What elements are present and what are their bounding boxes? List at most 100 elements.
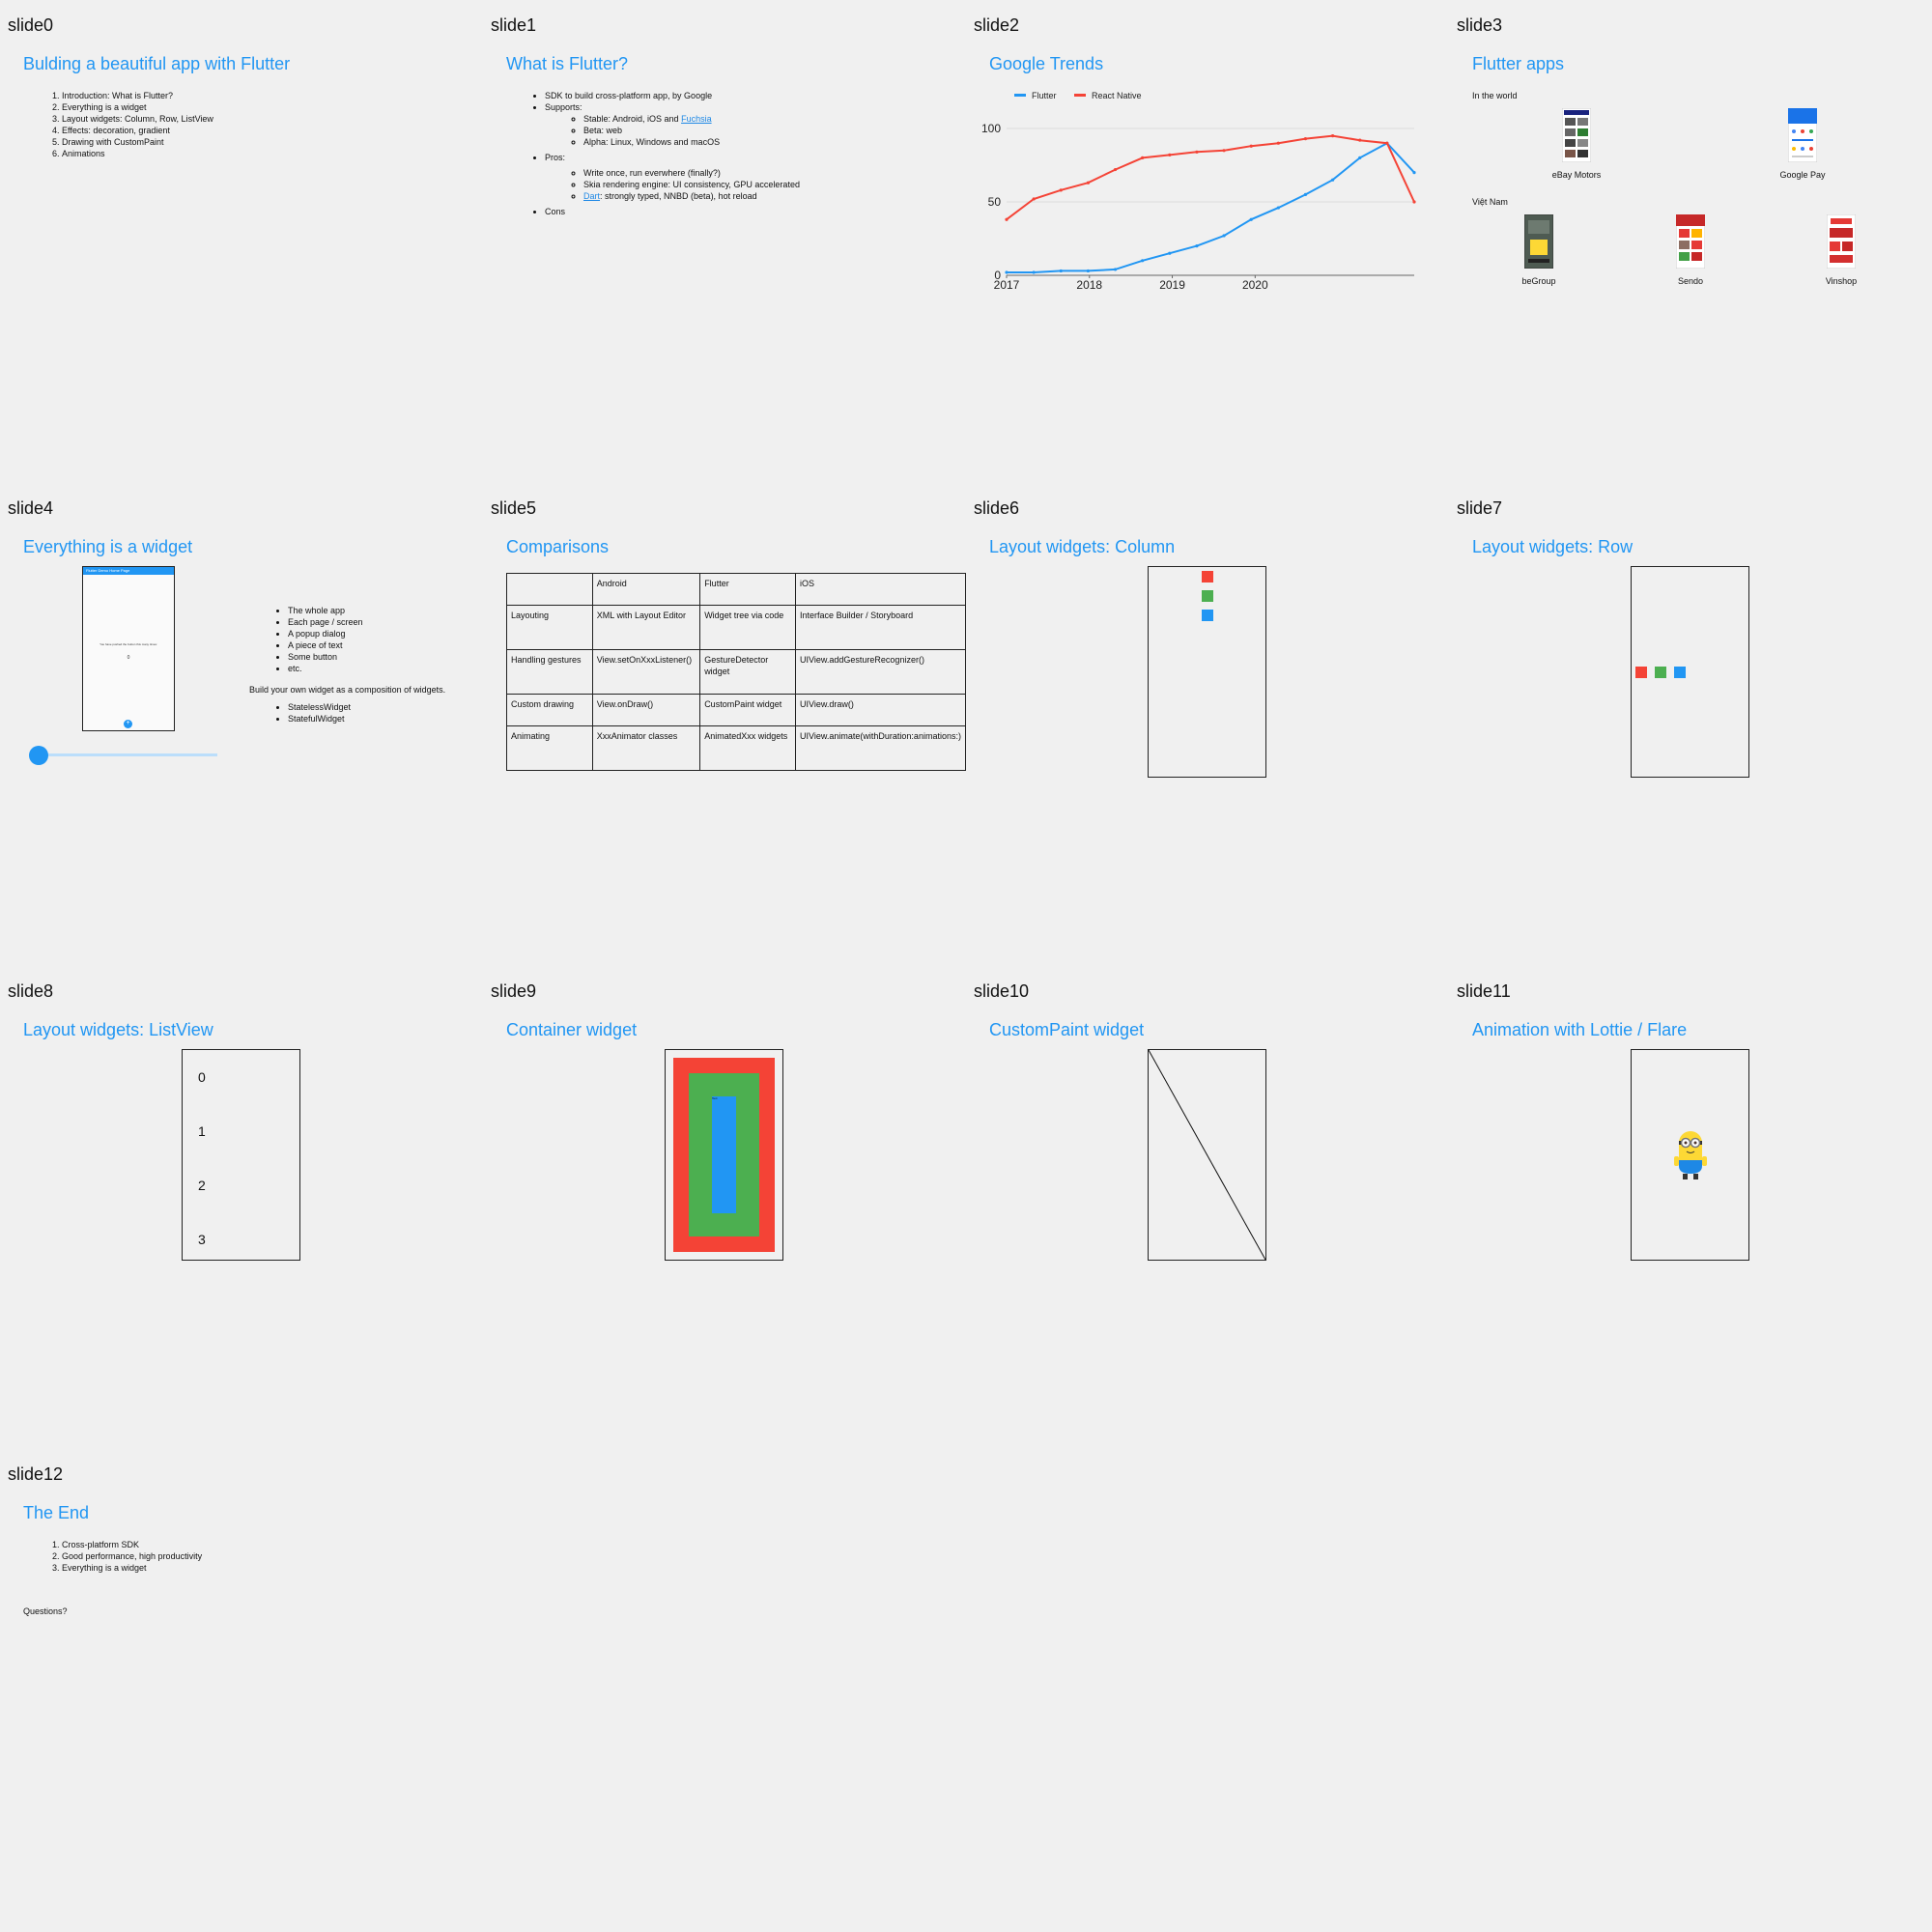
- list-item[interactable]: 2: [198, 1178, 206, 1193]
- phone-preview: Flutter Demo Home Page You have pushed t…: [82, 566, 175, 731]
- container-demo-frame: Text: [665, 1049, 783, 1261]
- data-point: [1168, 251, 1172, 255]
- list-item: Write once, run everwhere (finally?): [583, 167, 800, 179]
- data-point: [1059, 269, 1063, 273]
- vinshop-screenshot: [1826, 213, 1857, 270]
- minion-animation-icon: [1674, 1131, 1707, 1179]
- column-demo-frame: [1148, 566, 1266, 778]
- slide-label: slide12: [8, 1464, 64, 1484]
- slide11-cell[interactable]: slide11 Animation with Lottie / Flare: [1449, 966, 1932, 1449]
- red-square: [1635, 667, 1647, 678]
- data-point: [1276, 206, 1280, 210]
- data-point: [1358, 138, 1362, 142]
- series-line-react-native: [1006, 134, 1415, 220]
- data-point: [1005, 270, 1009, 274]
- slider-track[interactable]: [39, 753, 217, 756]
- list-item: Some button: [288, 651, 363, 663]
- slide-title: What is Flutter?: [506, 54, 629, 73]
- container-text: Text: [712, 1096, 718, 1100]
- counter-label: You have pushed the button this many tim…: [99, 642, 157, 646]
- table-cell: Flutter: [699, 573, 797, 606]
- blue-square: [1674, 667, 1686, 678]
- list-item: Each page / screen: [288, 616, 363, 628]
- slide2-cell[interactable]: slide2 Google Trends 0 50 100 2017 2018 2019 2…: [966, 0, 1449, 483]
- listview-demo-frame[interactable]: 0 1 2 3: [182, 1049, 300, 1261]
- list-item: Animations: [62, 148, 213, 159]
- table-cell: UIView.addGestureRecognizer(): [795, 649, 966, 695]
- ebay-motors-screenshot: [1561, 107, 1592, 163]
- build-text: Build your own widget as a composition o…: [249, 685, 446, 695]
- list-item: Layout widgets: Column, Row, ListView: [62, 113, 213, 125]
- slide-title: Animation with Lottie / Flare: [1472, 1020, 1688, 1039]
- slide-label: slide7: [1457, 498, 1503, 518]
- slide9-cell[interactable]: slide9 Container widget Text: [483, 966, 966, 1449]
- fuchsia-link[interactable]: Fuchsia: [681, 114, 712, 124]
- table-cell: Custom drawing: [506, 694, 593, 726]
- app-vinshop[interactable]: Vinshop: [1783, 213, 1899, 286]
- slide1-cell[interactable]: slide1 What is Flutter? SDK to build cro…: [483, 0, 966, 483]
- x-tick-label: 2019: [1159, 278, 1185, 292]
- data-point: [1303, 137, 1308, 141]
- app-ebay-motors[interactable]: eBay Motors: [1519, 107, 1634, 180]
- list-item[interactable]: 0: [198, 1069, 206, 1085]
- table-cell: View.setOnXxxListener(): [591, 649, 701, 695]
- trends-chart: 0501002017 2018 2019 2020Flutter React Nativ…: [981, 91, 1416, 292]
- table-cell: Android: [591, 573, 701, 606]
- slide-title: Flutter apps: [1472, 54, 1565, 73]
- dart-link[interactable]: Dart: [583, 191, 600, 201]
- table-cell: XML with Layout Editor: [591, 605, 701, 650]
- slide0-cell[interactable]: slide0 Bulding a beautiful app with Flut…: [0, 0, 483, 483]
- list-item: StatefulWidget: [288, 713, 351, 724]
- slide12-cell[interactable]: slide12 The End Cross-platform SDK Good …: [0, 1449, 483, 1932]
- list-item-label: Stable: Android, iOS and: [583, 114, 682, 124]
- table-cell: Animating: [506, 725, 593, 771]
- diagonal-line-canvas: [1149, 1050, 1265, 1260]
- list-item-label: Pros:: [545, 153, 566, 162]
- data-point: [1032, 197, 1036, 201]
- slide10-cell[interactable]: slide10 CustomPaint widget: [966, 966, 1449, 1449]
- data-point: [1331, 178, 1335, 182]
- slider-thumb[interactable]: [29, 746, 48, 765]
- list-item: Everything is a widget: [62, 101, 213, 113]
- table-cell: AnimatedXxx widgets: [699, 725, 797, 771]
- data-point: [1249, 217, 1253, 221]
- list-item: Drawing with CustomPaint: [62, 136, 213, 148]
- slide4-cell[interactable]: slide4 Everything is a widget Flutter De…: [0, 483, 483, 966]
- slide-label: slide4: [8, 498, 54, 518]
- list-item[interactable]: 1: [198, 1123, 206, 1139]
- flutter-bullets: SDK to build cross-platform app, by Goog…: [506, 90, 800, 217]
- slide7-cell[interactable]: slide7 Layout widgets: Row: [1449, 483, 1932, 966]
- data-point: [1005, 217, 1009, 221]
- slide5-cell[interactable]: slide5 Comparisons Android Flutter iOS L…: [483, 483, 966, 966]
- counter-value: 0: [127, 655, 130, 661]
- table-cell: UIView.draw(): [795, 694, 966, 726]
- list-item: StatelessWidget: [288, 701, 351, 713]
- data-point: [1141, 259, 1145, 263]
- data-point: [1249, 144, 1253, 148]
- slide6-cell[interactable]: slide6 Layout widgets: Column: [966, 483, 1449, 966]
- table-cell: Layouting: [506, 605, 593, 650]
- app-name: Google Pay: [1779, 170, 1826, 180]
- data-point: [1086, 181, 1090, 185]
- slide3-cell[interactable]: slide3 Flutter apps In the world eBay Mo…: [1449, 0, 1932, 483]
- list-item: Pros: Write once, run everwhere (finally…: [545, 152, 800, 206]
- slide-title: Comparisons: [506, 537, 610, 556]
- list-item-label: Supports:: [545, 102, 582, 112]
- list-item: Stable: Android, iOS and Fuchsia: [583, 113, 800, 125]
- list-item: A popup dialog: [288, 628, 363, 639]
- slide-label: slide10: [974, 981, 1030, 1001]
- list-item-label: : strongly typed, NNBD (beta), hot reloa…: [600, 191, 757, 201]
- data-point: [1276, 141, 1280, 145]
- app-sendo[interactable]: Sendo: [1633, 213, 1748, 286]
- sendo-screenshot: [1675, 213, 1706, 270]
- green-square: [1655, 667, 1666, 678]
- fab-add-button[interactable]: +: [124, 720, 132, 728]
- slide8-cell[interactable]: slide8 Layout widgets: ListView 0 1 2 3: [0, 966, 483, 1449]
- slide-label: slide2: [974, 15, 1020, 35]
- list-item[interactable]: 3: [198, 1232, 206, 1247]
- table-cell: Handling gestures: [506, 649, 593, 695]
- app-begroup[interactable]: beGroup: [1481, 213, 1597, 286]
- slide-title: Bulding a beautiful app with Flutter: [23, 54, 291, 73]
- app-google-pay[interactable]: Google Pay: [1745, 107, 1861, 180]
- slide-label: slide5: [491, 498, 537, 518]
